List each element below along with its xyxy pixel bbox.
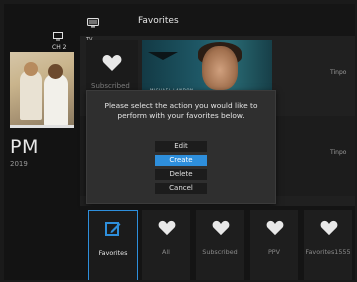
create-option[interactable]: Create xyxy=(155,155,207,166)
category-bar: Favorites All Subscribed PPV Favorites15… xyxy=(80,206,355,280)
tv-guide-icon xyxy=(87,18,99,28)
heart-icon xyxy=(320,220,338,236)
now-playing-time: PM xyxy=(10,136,39,158)
page-title: Favorites xyxy=(138,16,179,26)
now-playing-thumbnail[interactable] xyxy=(10,52,74,126)
category-label: Favorites1555 xyxy=(305,248,351,256)
left-preview-strip: CH 2 PM 2019 xyxy=(4,4,80,280)
category-label: All xyxy=(162,248,170,256)
subscribed-tile-label: Subscribed xyxy=(91,82,130,90)
category-subscribed[interactable]: Subscribed xyxy=(196,210,244,280)
tv-monitor-icon xyxy=(53,32,63,41)
category-favorites[interactable]: Favorites xyxy=(88,210,138,280)
heart-icon xyxy=(102,55,122,71)
heart-icon xyxy=(266,220,284,236)
program-title-1[interactable]: Tinpo xyxy=(330,69,346,76)
dialog-message: Please select the action you would like … xyxy=(104,101,258,120)
category-label: Favorites xyxy=(98,249,128,257)
heart-icon xyxy=(158,220,176,236)
heart-icon xyxy=(212,220,230,236)
category-ppv[interactable]: PPV xyxy=(250,210,298,280)
top-bar: Favorites xyxy=(80,4,355,36)
app-frame: CH 2 PM 2019 Favorites TV xyxy=(4,4,355,280)
favorites-panel: Favorites TV Subscribed MICHAEL LANDON T… xyxy=(80,4,355,280)
program-title-2[interactable]: Tinpo xyxy=(330,149,346,156)
now-playing-year: 2019 xyxy=(10,160,28,168)
playback-progress-fill xyxy=(10,125,74,128)
edit-option[interactable]: Edit xyxy=(155,141,207,152)
playback-progress xyxy=(10,125,74,128)
channel-label: CH 2 xyxy=(52,44,67,51)
favorites-action-dialog: Please select the action you would like … xyxy=(86,90,276,204)
category-label: Subscribed xyxy=(202,248,238,256)
delete-option[interactable]: Delete xyxy=(155,169,207,180)
category-favorites1555[interactable]: Favorites1555 xyxy=(304,210,352,280)
category-all[interactable]: All xyxy=(142,210,190,280)
category-label: PPV xyxy=(267,248,281,256)
cancel-option[interactable]: Cancel xyxy=(155,183,207,194)
edit-icon xyxy=(105,222,121,236)
